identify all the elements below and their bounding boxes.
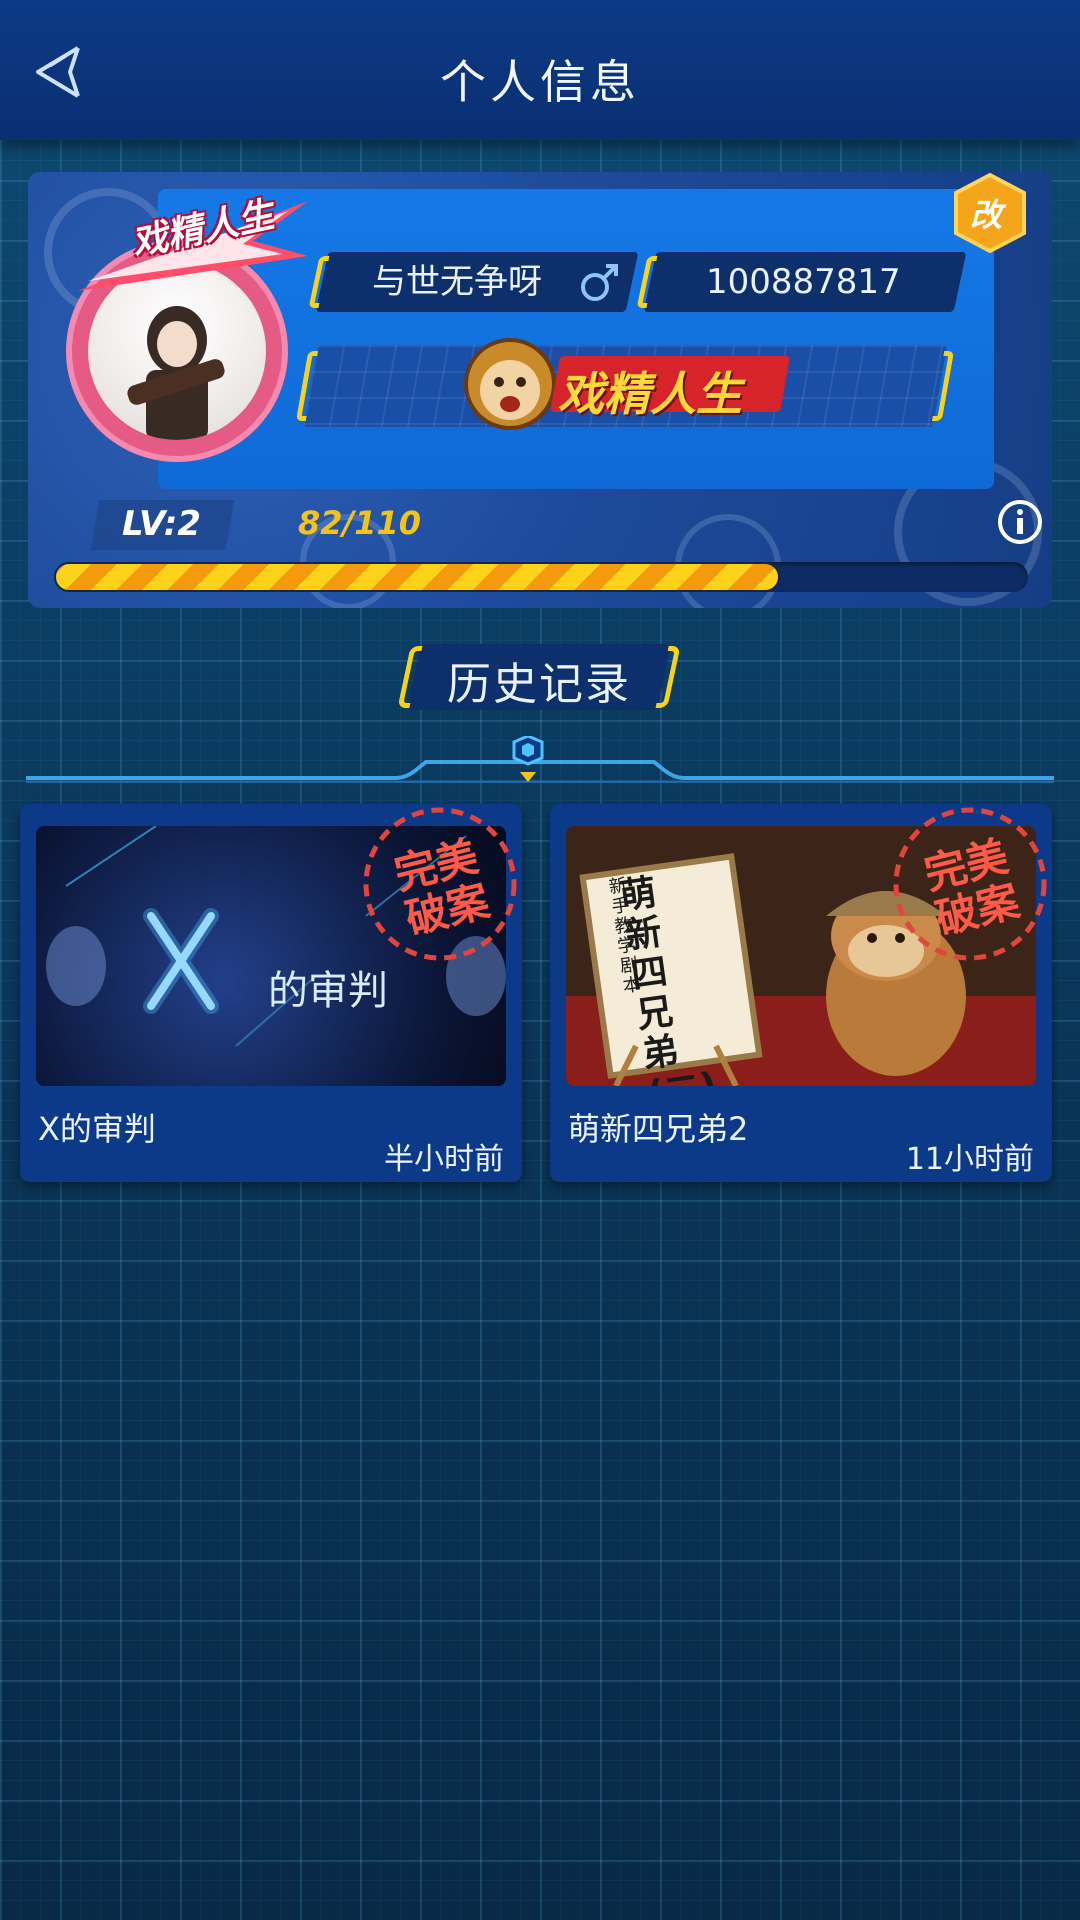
user-id-pill: 100887817: [636, 252, 967, 312]
edit-label[interactable]: 改: [970, 190, 1002, 236]
card-time: 11小时前: [905, 1142, 1034, 1177]
card-title: 萌新四兄弟2: [568, 1110, 749, 1148]
app-header: 个人信息: [0, 0, 1080, 140]
card-title: X的审判: [38, 1110, 156, 1148]
male-icon: [581, 264, 618, 301]
thumbnail-text: 的审判: [268, 968, 388, 1014]
nickname: 与世无争呀: [372, 262, 542, 302]
history-title: 历史记录: [447, 659, 631, 710]
history-card-2[interactable]: 萌新四兄弟(二) 新手教学剧本 完美破案 萌新四兄弟2 11小时前: [550, 804, 1052, 1182]
nickname-pill: 与世无争呀: [308, 252, 639, 312]
exp-progress-bar: [54, 562, 1028, 592]
monkey-icon: [464, 338, 556, 430]
info-icon[interactable]: [996, 498, 1044, 546]
history-card-1[interactable]: 的审判 完美破案 X的审判 半小时前: [20, 804, 522, 1182]
user-id: 100887817: [706, 262, 901, 302]
title-badge: 戏精人生: [558, 367, 742, 421]
page-title: 个人信息: [440, 55, 640, 109]
exp-progress-fill: [54, 562, 780, 592]
card-time: 半小时前: [384, 1142, 504, 1177]
level-label: LV:2: [122, 504, 202, 544]
section-divider: [26, 736, 1054, 783]
exp-label: 82/110: [298, 504, 422, 542]
